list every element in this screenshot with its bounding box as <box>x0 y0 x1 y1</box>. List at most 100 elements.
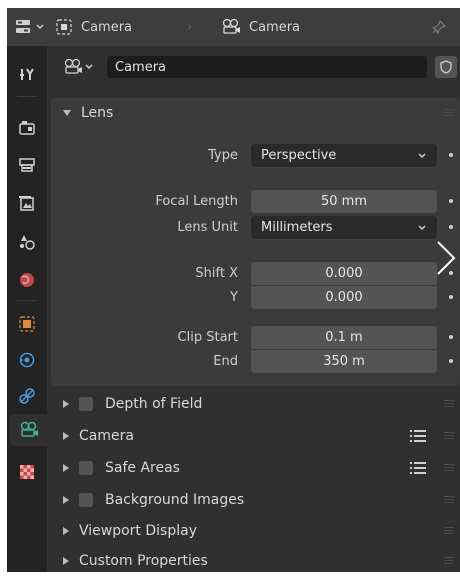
keyframe-dot-icon[interactable] <box>449 359 453 363</box>
shift-x-row: Shift X 0.000 <box>51 262 460 286</box>
depth-of-field-panel-header[interactable]: Depth of Field <box>51 389 460 419</box>
clip-start-value: 0.1 m <box>325 330 363 345</box>
tab-scene[interactable] <box>10 226 44 258</box>
shift-x-field[interactable]: 0.000 <box>251 262 437 285</box>
shift-y-field[interactable]: 0.000 <box>251 286 437 309</box>
view-layer-icon <box>19 196 34 211</box>
world-icon <box>20 273 34 287</box>
drag-handle-icon[interactable] <box>444 496 454 504</box>
fake-user-button[interactable] <box>435 56 457 78</box>
focal-length-label: Focal Length <box>155 194 238 209</box>
chevron-down-icon <box>36 24 44 30</box>
properties-editor-icon <box>16 20 30 33</box>
tab-world[interactable] <box>10 264 44 296</box>
clip-start-label: Clip Start <box>177 330 238 345</box>
drag-handle-icon[interactable] <box>444 432 454 440</box>
scene-icon <box>20 235 35 250</box>
object-icon <box>56 19 72 35</box>
breadcrumb-data: Camera <box>221 8 300 46</box>
shift-x-value: 0.000 <box>325 266 363 281</box>
shift-y-value: 0.000 <box>325 290 363 305</box>
background-images-panel-header[interactable]: Background Images <box>51 485 460 515</box>
camera-data-icon <box>222 18 240 34</box>
background-images-title: Background Images <box>105 492 245 508</box>
pin-button[interactable] <box>431 8 447 46</box>
focal-length-field[interactable]: 50 mm <box>251 190 437 213</box>
properties-editor: Camera › Camera Camera Lens Type Perspec… <box>7 8 460 572</box>
focal-length-row: Focal Length 50 mm <box>51 190 460 214</box>
tab-tool[interactable] <box>10 58 44 90</box>
lens-type-dropdown[interactable]: Perspective <box>251 144 437 167</box>
chevron-down-icon <box>418 225 426 231</box>
lens-unit-dropdown[interactable]: Millimeters <box>251 216 437 239</box>
tab-texture[interactable] <box>10 456 44 488</box>
shift-x-label: Shift X <box>195 266 238 281</box>
texture-icon <box>20 465 34 479</box>
camera-data-icon <box>20 421 38 437</box>
editor-header: Camera › Camera <box>7 8 460 46</box>
expand-arrow-icon <box>63 464 69 472</box>
shift-y-row: Y 0.000 <box>51 286 460 310</box>
render-icon <box>19 121 35 135</box>
camera-panel-header[interactable]: Camera <box>51 421 460 451</box>
keyframe-dot-icon[interactable] <box>449 199 453 203</box>
tab-separator <box>17 96 37 97</box>
chevron-down-icon <box>85 64 93 70</box>
tab-output[interactable] <box>10 150 44 182</box>
object-icon <box>19 316 35 332</box>
background-images-checkbox[interactable] <box>79 493 93 507</box>
lens-type-row: Type Perspective <box>51 144 460 168</box>
collapse-arrow-icon <box>63 110 71 116</box>
drag-handle-icon[interactable] <box>444 527 454 535</box>
tab-object[interactable] <box>10 308 44 340</box>
safe-areas-panel-header[interactable]: Safe Areas <box>51 453 460 483</box>
clip-end-value: 350 m <box>323 354 365 369</box>
drag-handle-icon[interactable] <box>444 557 454 565</box>
keyframe-dot-icon[interactable] <box>449 225 453 229</box>
viewport-display-panel-header[interactable]: Viewport Display <box>51 516 460 546</box>
depth-of-field-checkbox[interactable] <box>79 397 93 411</box>
editor-type-button[interactable] <box>15 8 45 46</box>
camera-data-icon <box>64 58 82 74</box>
lens-unit-row: Lens Unit Millimeters <box>51 216 460 240</box>
breadcrumb-object: Camera <box>55 8 132 46</box>
lens-panel-body: Type Perspective Focal Length 50 mm Lens… <box>51 128 460 386</box>
clip-start-field[interactable]: 0.1 m <box>251 326 437 349</box>
breadcrumb-separator: › <box>187 8 192 46</box>
tab-constraints[interactable] <box>10 380 44 412</box>
clip-end-row: End 350 m <box>51 350 460 374</box>
sidebar-toggle-arrow-icon[interactable] <box>434 238 458 278</box>
viewport-display-title: Viewport Display <box>79 523 197 539</box>
tab-render[interactable] <box>10 112 44 144</box>
chevron-down-icon <box>418 153 426 159</box>
properties-tabs-sidebar <box>7 46 47 572</box>
drag-handle-icon[interactable] <box>444 464 454 472</box>
camera-panel-title: Camera <box>79 428 134 444</box>
tab-camera-data[interactable] <box>10 414 47 446</box>
keyframe-dot-icon[interactable] <box>449 153 453 157</box>
presets-list-icon[interactable] <box>410 461 426 475</box>
tab-view-layer[interactable] <box>10 188 44 220</box>
shield-icon <box>440 60 452 74</box>
type-label: Type <box>208 148 238 163</box>
presets-list-icon[interactable] <box>410 429 426 443</box>
datablock-name-field[interactable]: Camera <box>107 56 427 78</box>
drag-handle-icon[interactable] <box>444 400 454 408</box>
drag-handle-icon[interactable] <box>444 109 454 117</box>
keyframe-dot-icon[interactable] <box>449 335 453 339</box>
keyframe-dot-icon[interactable] <box>449 295 453 299</box>
safe-areas-checkbox[interactable] <box>79 461 93 475</box>
depth-of-field-title: Depth of Field <box>105 396 203 412</box>
shift-y-label: Y <box>230 290 238 305</box>
output-icon <box>19 158 35 172</box>
lens-unit-label: Lens Unit <box>177 220 238 235</box>
lens-panel-header[interactable]: Lens <box>51 98 460 128</box>
datablock-browse-button[interactable] <box>63 56 94 78</box>
expand-arrow-icon <box>63 496 69 504</box>
clip-start-row: Clip Start 0.1 m <box>51 326 460 350</box>
tab-physics[interactable] <box>10 344 44 376</box>
clip-end-label: End <box>213 354 238 369</box>
clip-end-field[interactable]: 350 m <box>251 350 437 373</box>
constraint-icon <box>19 388 35 404</box>
lens-panel-title: Lens <box>81 105 114 121</box>
